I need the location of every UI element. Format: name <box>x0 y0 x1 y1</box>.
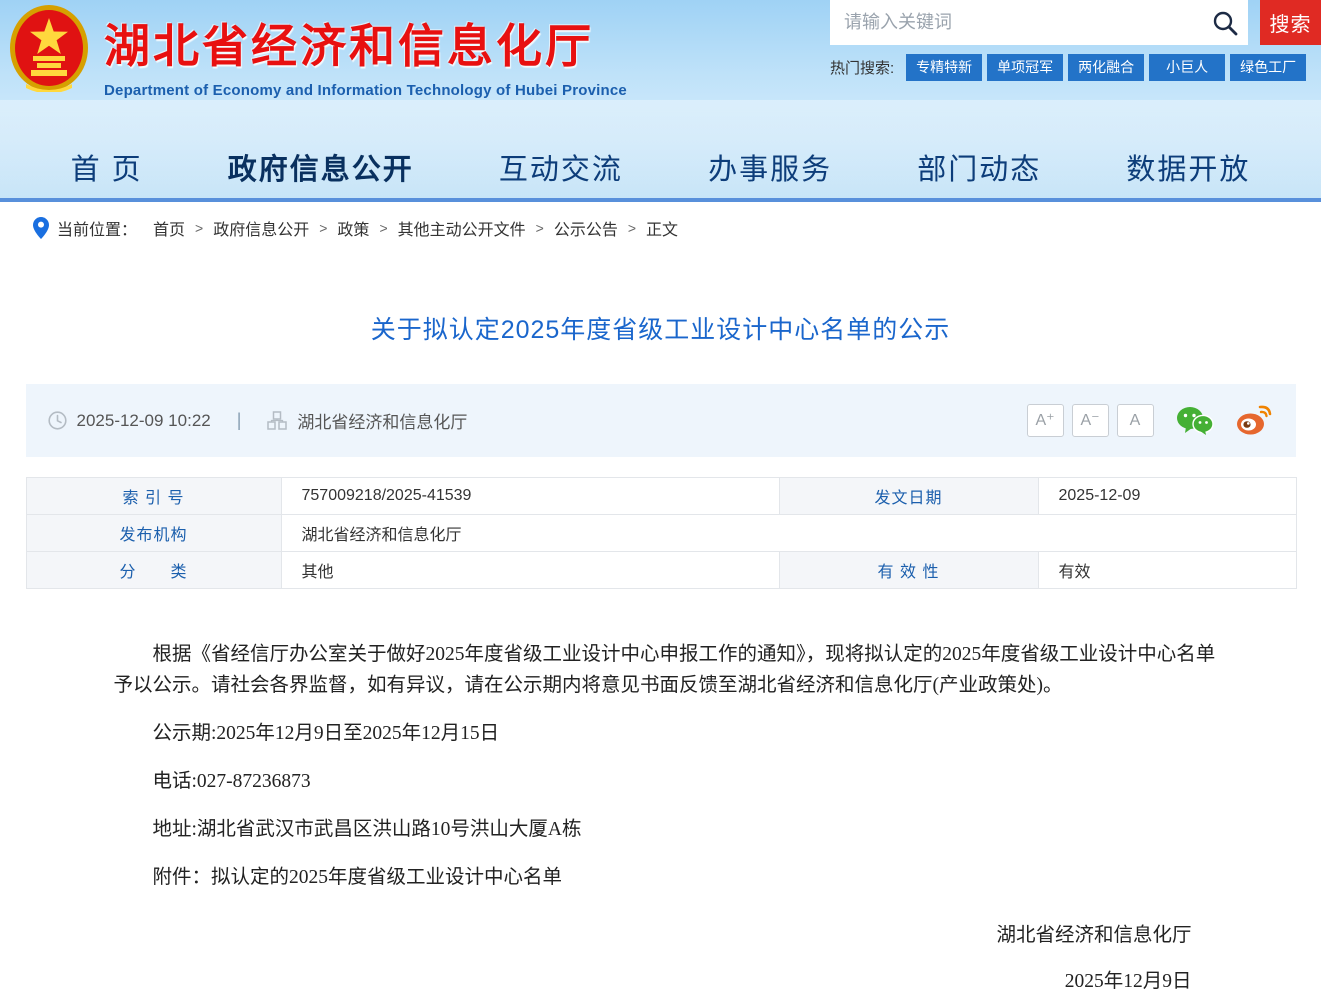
crumb-separator: > <box>627 220 637 236</box>
body-paragraph: 根据《省经信厅办公室关于做好2025年度省级工业设计中心申报工作的通知》，现将拟… <box>113 644 1216 696</box>
page: 湖北省经济和信息化厅 Department of Economy and Inf… <box>0 0 1321 992</box>
weibo-share-icon[interactable] <box>1236 405 1274 436</box>
crumb-separator: > <box>535 220 544 236</box>
article-body: 根据《省经信厅办公室关于做好2025年度省级工业设计中心申报工作的通知》，现将拟… <box>26 639 1296 997</box>
site-subtitle: Department of Economy and Information Te… <box>104 82 627 99</box>
article: 关于拟认定2025年度省级工业设计中心名单的公示 2025-12-09 10:2… <box>25 310 1297 997</box>
nav-item-home[interactable]: 首 页 <box>71 146 143 188</box>
crumb-separator: > <box>195 220 204 236</box>
site-header: 湖北省经济和信息化厅 Department of Economy and Inf… <box>0 0 1321 202</box>
breadcrumb: 当前位置： 首页 > 政府信息公开 > 政策 > 其他主动公开文件 > 公示公告… <box>0 202 1321 254</box>
article-meta-bar: 2025-12-09 10:22 | 湖北省经济和信息化厅 A⁺ A⁻ A <box>25 384 1296 457</box>
validity-value: 有效 <box>1037 551 1297 589</box>
issue-date-label: 发文日期 <box>778 477 1039 515</box>
hot-search-label: 热门搜索: <box>830 60 895 77</box>
font-larger-button[interactable]: A⁺ <box>1026 404 1064 437</box>
main-nav: 首 页 政府信息公开 互动交流 办事服务 部门动态 数据开放 <box>0 136 1321 198</box>
search-button[interactable]: 搜索 <box>1260 0 1321 45</box>
hot-tag-lianghuaronghe[interactable]: 两化融合 <box>1068 54 1145 81</box>
issuing-agency-label: 发布机构 <box>25 514 282 552</box>
table-row: 分 类 其他 有 效 性 有效 <box>25 551 1297 589</box>
breadcrumb-label: 当前位置： <box>57 222 138 239</box>
hot-tag-lvsegongchang[interactable]: 绿色工厂 <box>1230 54 1307 81</box>
crumb-separator: > <box>379 220 388 236</box>
document-info-table: 索 引 号 757009218/2025-41539 发文日期 2025-12-… <box>25 477 1297 589</box>
wechat-share-icon[interactable] <box>1176 406 1214 436</box>
meta-divider: | <box>236 410 242 430</box>
issue-date-value: 2025-12-09 <box>1037 477 1297 515</box>
table-row: 索 引 号 757009218/2025-41539 发文日期 2025-12-… <box>25 477 1297 515</box>
index-number-value: 757009218/2025-41539 <box>280 477 780 515</box>
crumb-other-public-docs[interactable]: 其他主动公开文件 <box>398 216 526 240</box>
nav-item-department-news[interactable]: 部门动态 <box>917 146 1041 188</box>
source-org: 湖北省经济和信息化厅 <box>297 413 468 432</box>
site-title: 湖北省经济和信息化厅 <box>104 20 594 72</box>
font-normal-button[interactable]: A <box>1116 404 1154 437</box>
search-input[interactable] <box>844 12 1212 33</box>
source-org-icon <box>267 411 288 430</box>
crumb-policy[interactable]: 政策 <box>337 216 369 240</box>
search-area: 搜索 热门搜索: 专精特新 单项冠军 两化融合 小巨人 绿色工厂 <box>830 0 1321 81</box>
signature-org: 湖北省经济和信息化厅 <box>996 925 1192 946</box>
publish-datetime: 2025-12-09 10:22 <box>76 410 211 430</box>
contact-phone: 电话:027-87236873 <box>152 771 311 792</box>
hot-tag-zhuanjingtexin[interactable]: 专精特新 <box>906 54 983 81</box>
hot-tag-xiaojuren[interactable]: 小巨人 <box>1149 54 1226 81</box>
search-icon <box>1212 10 1238 36</box>
signature-date: 2025年12月9日 <box>1064 971 1192 992</box>
category-label: 分 类 <box>25 551 282 589</box>
nav-item-interaction[interactable]: 互动交流 <box>499 146 623 188</box>
clock-icon <box>47 411 67 430</box>
hot-tag-danxiangguanjun[interactable]: 单项冠军 <box>987 54 1064 81</box>
signature-block: 湖北省经济和信息化厅 2025年12月9日 <box>114 921 1232 997</box>
crumb-separator: > <box>319 220 328 236</box>
validity-label: 有 效 性 <box>778 551 1039 589</box>
nav-item-gov-info[interactable]: 政府信息公开 <box>228 146 414 188</box>
nav-item-open-data[interactable]: 数据开放 <box>1126 146 1250 188</box>
article-title: 关于拟认定2025年度省级工业设计中心名单的公示 <box>370 316 951 344</box>
issuing-agency-value: 湖北省经济和信息化厅 <box>280 514 1297 552</box>
crumb-announcements[interactable]: 公示公告 <box>554 216 618 240</box>
font-smaller-button[interactable]: A⁻ <box>1071 404 1109 437</box>
index-number-label: 索 引 号 <box>25 477 282 515</box>
nav-item-services[interactable]: 办事服务 <box>708 146 832 188</box>
table-row: 发布机构 湖北省经济和信息化厅 <box>25 514 1297 552</box>
publicity-period: 公示期:2025年12月9日至2025年12月15日 <box>152 723 500 744</box>
category-value: 其他 <box>280 551 780 589</box>
attachment-link[interactable]: 附件：拟认定的2025年度省级工业设计中心名单 <box>114 862 1232 893</box>
crumb-gov-info[interactable]: 政府信息公开 <box>213 216 309 240</box>
crumb-home[interactable]: 首页 <box>153 216 185 240</box>
contact-address: 地址:湖北省武汉市武昌区洪山路10号洪山大厦A栋 <box>152 819 582 840</box>
location-pin-icon <box>33 217 49 239</box>
national-emblem-logo <box>8 4 90 94</box>
crumb-article[interactable]: 正文 <box>646 216 678 240</box>
